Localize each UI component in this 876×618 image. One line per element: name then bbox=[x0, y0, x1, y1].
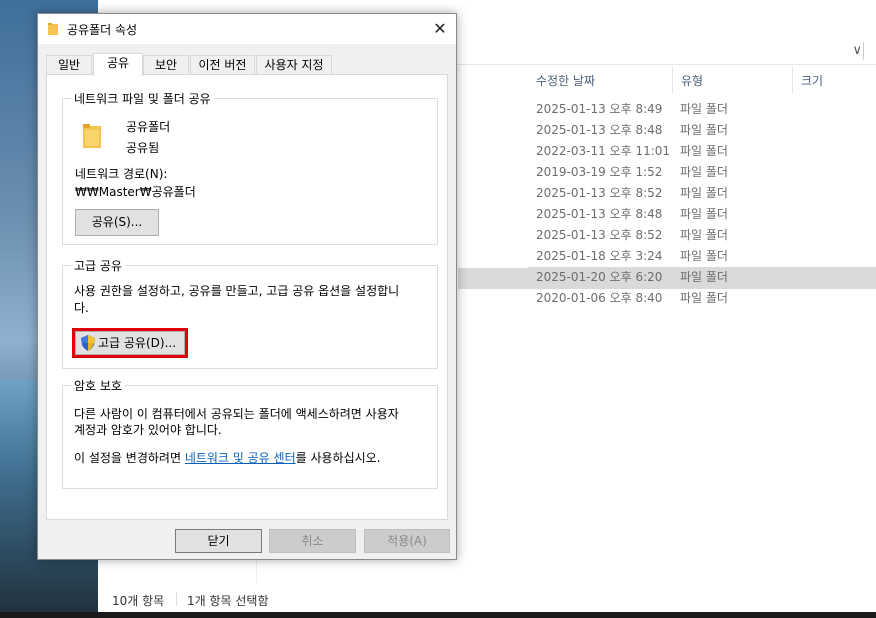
row-date: 2025-01-13 오후 8:49 bbox=[536, 102, 663, 116]
network-share-group: 네트워크 파일 및 폴더 공유 공유폴더 공유됨 네트워크 경로(N): ₩₩M… bbox=[62, 90, 438, 245]
status-item-count: 10개 항목 bbox=[112, 594, 165, 608]
row-date: 2025-01-18 오후 3:24 bbox=[536, 249, 663, 263]
list-item-selected[interactable]: 2025-01-20 오후 6:20 파일 폴더 bbox=[528, 267, 876, 288]
folder-icon bbox=[48, 23, 58, 35]
list-item[interactable]: 2025-01-13 오후 8:48 파일 폴더 bbox=[528, 120, 876, 141]
row-type: 파일 폴더 bbox=[680, 123, 728, 137]
row-type: 파일 폴더 bbox=[680, 270, 728, 284]
advanced-sharing-button[interactable]: 고급 공유(D)... bbox=[75, 331, 185, 355]
cancel-button[interactable]: 취소 bbox=[269, 529, 356, 553]
row-type: 파일 폴더 bbox=[680, 228, 728, 242]
tab-security[interactable]: 보안 bbox=[143, 55, 189, 74]
password-text-line3: 이 설정을 변경하려면 네트워크 및 공유 센터를 사용하십시오. bbox=[74, 449, 381, 466]
tab-sharing[interactable]: 공유 bbox=[93, 53, 143, 76]
row-type: 파일 폴더 bbox=[680, 291, 728, 305]
row-date: 2025-01-13 오후 8:48 bbox=[536, 207, 663, 221]
row-date: 2025-01-20 오후 6:20 bbox=[536, 270, 663, 284]
password-text-suffix: 를 사용하십시오. bbox=[295, 451, 381, 465]
folder-icon bbox=[83, 124, 101, 148]
dialog-titlebar[interactable]: 공유폴더 속성 ✕ bbox=[38, 14, 456, 44]
file-list: 2025-01-13 오후 8:49 파일 폴더 2025-01-13 오후 8:… bbox=[528, 99, 876, 309]
list-item[interactable]: 2019-03-19 오후 1:52 파일 폴더 bbox=[528, 162, 876, 183]
advanced-sharing-button-label: 고급 공유(D)... bbox=[97, 336, 177, 350]
apply-button[interactable]: 적용(A) bbox=[364, 529, 450, 553]
network-share-legend: 네트워크 파일 및 폴더 공유 bbox=[71, 90, 214, 107]
advanced-sharing-desc-line1: 사용 권한을 설정하고, 공유를 만들고, 고급 공유 옵션을 설정합니 bbox=[74, 284, 400, 298]
taskbar-edge bbox=[0, 612, 876, 618]
list-item[interactable]: 2025-01-13 오후 8:52 파일 폴더 bbox=[528, 225, 876, 246]
column-header-date[interactable]: 수정한 날짜 bbox=[528, 66, 673, 94]
advanced-sharing-group: 고급 공유 사용 권한을 설정하고, 공유를 만들고, 고급 공유 옵션을 설정… bbox=[62, 257, 438, 369]
row-type: 파일 폴더 bbox=[680, 165, 728, 179]
password-text-line1: 다른 사람이 이 컴퓨터에서 공유되는 폴더에 액세스하려면 사용자 bbox=[74, 407, 399, 421]
list-item[interactable]: 2020-01-06 오후 8:40 파일 폴더 bbox=[528, 288, 876, 309]
folder-name: 공유폴더 bbox=[126, 120, 171, 134]
close-button[interactable]: 닫기 bbox=[175, 529, 262, 553]
row-type: 파일 폴더 bbox=[680, 102, 728, 116]
close-icon[interactable]: ✕ bbox=[424, 14, 456, 44]
password-text-prefix: 이 설정을 변경하려면 bbox=[74, 451, 185, 465]
list-item[interactable]: 2025-01-13 오후 8:48 파일 폴더 bbox=[528, 204, 876, 225]
row-type: 파일 폴더 bbox=[680, 186, 728, 200]
list-item[interactable]: 2025-01-18 오후 3:24 파일 폴더 bbox=[528, 246, 876, 267]
uac-shield-icon bbox=[81, 335, 95, 351]
row-date: 2025-01-13 오후 8:48 bbox=[536, 123, 663, 137]
list-item[interactable]: 2022-03-11 오후 11:01 파일 폴더 bbox=[528, 141, 876, 162]
tab-customize[interactable]: 사용자 지정 bbox=[256, 55, 332, 74]
row-date: 2019-03-19 오후 1:52 bbox=[536, 165, 663, 179]
network-path-value: ₩₩Master₩공유폴더 bbox=[75, 185, 196, 199]
password-text-line2: 계정과 암호가 있어야 합니다. bbox=[74, 423, 222, 437]
row-date: 2020-01-06 오후 8:40 bbox=[536, 291, 663, 305]
password-protection-legend: 암호 보호 bbox=[71, 377, 125, 394]
row-type: 파일 폴더 bbox=[680, 249, 728, 263]
chevron-down-icon[interactable]: ∨ bbox=[852, 43, 862, 58]
row-type: 파일 폴더 bbox=[680, 144, 728, 158]
search-box-edge[interactable] bbox=[863, 42, 876, 60]
column-header-size[interactable]: 크기 bbox=[793, 66, 876, 94]
list-item[interactable]: 2025-01-13 오후 8:52 파일 폴더 bbox=[528, 183, 876, 204]
row-date: 2025-01-13 오후 8:52 bbox=[536, 186, 663, 200]
tab-general[interactable]: 일반 bbox=[46, 55, 92, 74]
properties-dialog: 공유폴더 속성 ✕ 일반 공유 보안 이전 버전 사용자 지정 네트워크 파일 … bbox=[37, 13, 457, 560]
tab-previous-versions[interactable]: 이전 버전 bbox=[190, 55, 255, 74]
row-date: 2025-01-13 오후 8:52 bbox=[536, 228, 663, 242]
column-headers: 수정한 날짜 유형 크기 bbox=[528, 66, 876, 94]
password-protection-group: 암호 보호 다른 사람이 이 컴퓨터에서 공유되는 폴더에 액세스하려면 사용자… bbox=[62, 377, 438, 489]
row-date: 2022-03-11 오후 11:01 bbox=[536, 144, 671, 158]
status-bar: 10개 항목 1개 항목 선택함 bbox=[98, 584, 876, 612]
network-path-label: 네트워크 경로(N): bbox=[75, 167, 168, 181]
share-button[interactable]: 공유(S)... bbox=[75, 209, 159, 236]
advanced-sharing-legend: 고급 공유 bbox=[71, 257, 125, 274]
dialog-title: 공유폴더 속성 bbox=[67, 23, 138, 37]
list-item[interactable]: 2025-01-13 오후 8:49 파일 폴더 bbox=[528, 99, 876, 120]
status-selected-count: 1개 항목 선택함 bbox=[187, 594, 269, 608]
network-sharing-center-link[interactable]: 네트워크 및 공유 센터 bbox=[185, 451, 296, 465]
row-type: 파일 폴더 bbox=[680, 207, 728, 221]
share-status: 공유됨 bbox=[126, 141, 160, 155]
sharing-tab-panel: 네트워크 파일 및 폴더 공유 공유폴더 공유됨 네트워크 경로(N): ₩₩M… bbox=[46, 74, 448, 520]
column-header-type[interactable]: 유형 bbox=[673, 66, 793, 94]
advanced-sharing-desc-line2: 다. bbox=[74, 301, 89, 315]
status-divider bbox=[176, 592, 177, 606]
